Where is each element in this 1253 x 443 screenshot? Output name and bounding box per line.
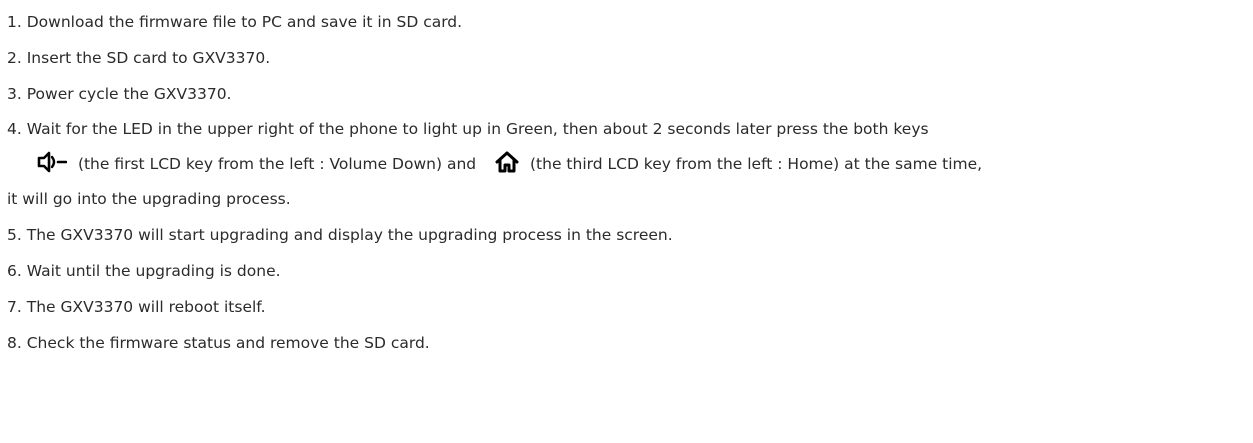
home-icon [495,151,519,173]
volume-down-icon [37,151,67,173]
step-number: 2. [7,49,22,67]
step-2: 2. Insert the SD card to GXV3370. [7,40,1253,76]
step-5: 5. The GXV3370 will start upgrading and … [7,217,1253,253]
step-number: 5. [7,226,22,244]
step-3: 3. Power cycle the GXV3370. [7,76,1253,112]
volume-down-key-description: (the first LCD key from the left : Volum… [77,155,477,173]
step-number: 1. [7,13,22,31]
step-text: Download the firmware file to PC and sav… [26,13,463,31]
step-text: it will go into the upgrading process. [7,190,291,208]
step-text: Power cycle the GXV3370. [26,85,232,103]
step-text: Check the firmware status and remove the… [26,334,430,352]
step-1: 1. Download the firmware file to PC and … [7,4,1253,40]
step-6: 6. Wait until the upgrading is done. [7,253,1253,289]
step-text: The GXV3370 will reboot itself. [26,298,266,316]
home-key-description: (the third LCD key from the left : Home)… [530,155,983,173]
step-text: The GXV3370 will start upgrading and dis… [26,226,673,244]
upgrade-instructions: 1. Download the firmware file to PC and … [0,4,1253,443]
step-number: 6. [7,262,22,280]
step-text: Wait until the upgrading is done. [26,262,281,280]
step-8: 8. Check the firmware status and remove … [7,325,1253,361]
step-text: Insert the SD card to GXV3370. [26,49,271,67]
step-number: 7. [7,298,22,316]
step-4-line-2: (the first LCD key from the left : Volum… [7,147,1253,182]
step-4-line-3: it will go into the upgrading process. [7,182,1253,217]
step-4: 4. Wait for the LED in the upper right o… [7,112,1253,217]
step-number: 4. [7,120,22,138]
step-7: 7. The GXV3370 will reboot itself. [7,289,1253,325]
step-number: 3. [7,85,22,103]
step-text: Wait for the LED in the upper right of t… [26,120,929,138]
step-number: 8. [7,334,22,352]
step-4-line-1: 4. Wait for the LED in the upper right o… [7,112,1253,147]
